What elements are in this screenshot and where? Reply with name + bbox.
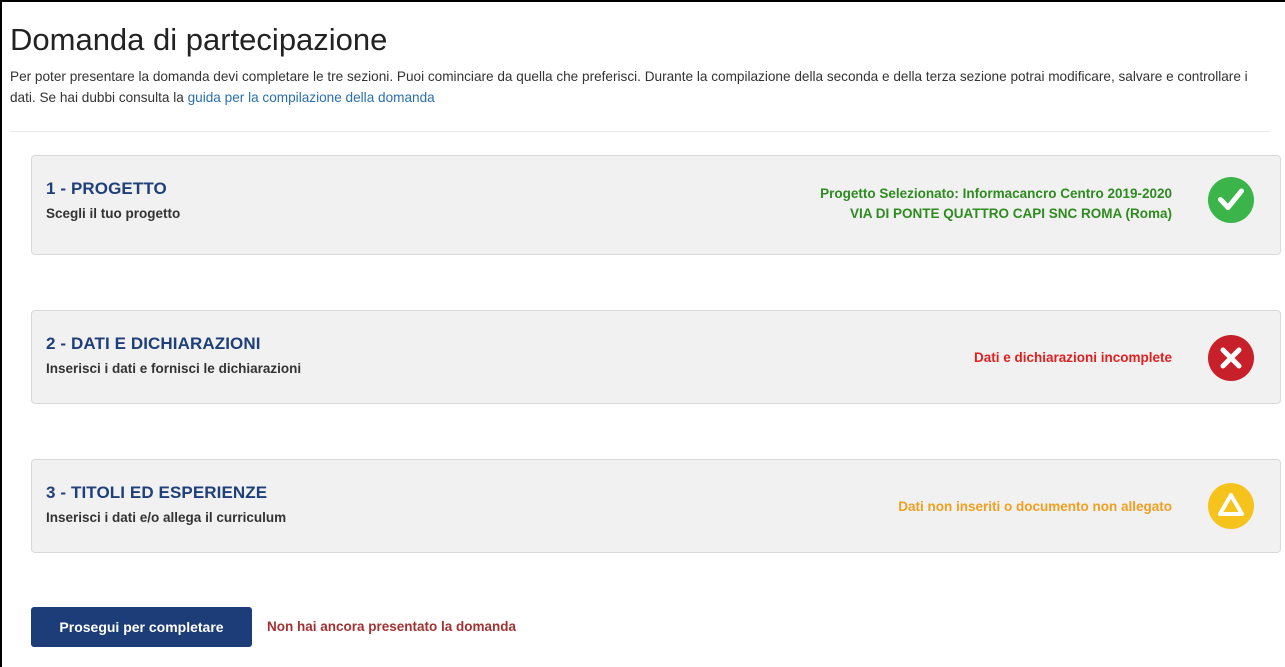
continue-button[interactable]: Prosegui per completare [31, 607, 252, 647]
section-subtitle: Scegli il tuo progetto [46, 206, 181, 221]
page-title: Domanda di partecipazione [10, 22, 388, 57]
section-status: Dati e dichiarazioni incomplete [974, 348, 1172, 368]
section-status: Dati non inseriti o documento non allega… [898, 497, 1172, 517]
section-subtitle: Inserisci i dati e fornisci le dichiaraz… [46, 361, 302, 376]
guide-link[interactable]: guida per la compilazione della domanda [188, 90, 435, 105]
divider [10, 131, 1270, 132]
check-icon [1208, 177, 1254, 223]
close-icon [1208, 335, 1254, 381]
status-line: Dati e dichiarazioni incomplete [973, 350, 1172, 365]
section-subtitle: Inserisci i dati e/o allega il curriculu… [46, 510, 287, 525]
section-titoli-esperienze[interactable]: 3 - TITOLI ED ESPERIENZE Inserisci i dat… [31, 459, 1281, 553]
section-title: 2 - DATI E DICHIARAZIONI [46, 334, 261, 353]
status-line-address: VIA DI PONTE QUATTRO CAPI SNC ROMA (Roma… [849, 206, 1172, 221]
section-title: 1 - PROGETTO [46, 179, 167, 198]
section-status: Progetto Selezionato: Informacancro Cent… [820, 184, 1172, 224]
section-progetto[interactable]: 1 - PROGETTO Scegli il tuo progetto Prog… [31, 155, 1281, 255]
status-line: Dati non inseriti o documento non allega… [898, 499, 1172, 514]
status-line-project: Progetto Selezionato: Informacancro Cent… [820, 186, 1172, 201]
submission-status-text: Non hai ancora presentato la domanda [267, 619, 517, 634]
warning-triangle-icon [1208, 483, 1254, 529]
section-dati-dichiarazioni[interactable]: 2 - DATI E DICHIARAZIONI Inserisci i dat… [31, 310, 1281, 404]
intro-text: Per poter presentare la domanda devi com… [10, 66, 1275, 108]
section-title: 3 - TITOLI ED ESPERIENZE [46, 483, 268, 502]
